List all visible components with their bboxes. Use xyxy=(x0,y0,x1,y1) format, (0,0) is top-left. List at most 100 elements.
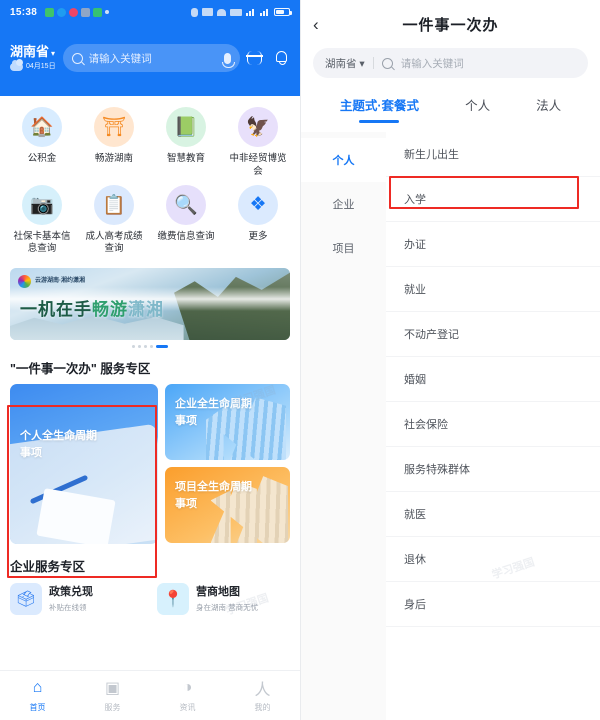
scan-button[interactable] xyxy=(247,49,265,67)
promo-banner[interactable]: 云游湖南·湘约潇湘 一机在手畅游潇湘 xyxy=(10,268,290,341)
enterprise-item-text: 政策兑现 补贴在线领 xyxy=(49,585,93,613)
grid-item-travel[interactable]: ⛩ 畅游湖南 xyxy=(78,107,150,179)
banner-headline-a: 一机在手 xyxy=(20,300,92,320)
right-header: ‹ 一件事一次办 xyxy=(301,0,600,48)
home-icon: ⌂ xyxy=(32,679,43,696)
list-item[interactable]: 新生儿出生 xyxy=(386,132,600,177)
list-item[interactable]: 退休 xyxy=(386,537,600,582)
search-placeholder: 请输入关键词 xyxy=(400,57,464,70)
card-project-lifecycle[interactable]: 项目全生命周期 事项 xyxy=(165,467,290,544)
bottom-tab-bar: ⌂ 首页 ▣ 服务 ◑ 资讯 人 我的 xyxy=(0,670,300,720)
location-selector[interactable]: 湖南省 ▾ 04月15日 xyxy=(10,44,56,71)
banner-dot[interactable] xyxy=(138,345,141,349)
sidebar-item-geren[interactable]: 个人 xyxy=(301,138,386,182)
grid-item-examscore[interactable]: 📋 成人高考成绩查询 xyxy=(78,184,150,257)
sidebar-item-xiangmu[interactable]: 项目 xyxy=(301,226,386,270)
app-icon xyxy=(69,7,79,17)
battery-icon xyxy=(274,8,292,16)
sidebar-item-qiye[interactable]: 企业 xyxy=(301,182,386,226)
grid-more-icon: ❖ xyxy=(238,184,278,225)
grid-item-more[interactable]: ❖ 更多 xyxy=(222,184,294,257)
pagoda-icon: ⛩ xyxy=(94,107,134,147)
chevron-down-icon: ▾ xyxy=(51,49,56,58)
service-icon: ▣ xyxy=(104,680,121,697)
card-title: 企业全生命周期 事项 xyxy=(175,398,252,427)
search-circle-icon: 🔍 xyxy=(166,184,206,225)
tab-zhutishi-taocanshi[interactable]: 主题式·套餐式 xyxy=(340,95,419,123)
mic-icon[interactable] xyxy=(222,52,235,68)
bell-icon xyxy=(275,51,287,65)
grid-item-label: 智慧教育 xyxy=(166,153,205,164)
tab-news[interactable]: ◑ 资讯 xyxy=(150,679,225,713)
notification-button[interactable] xyxy=(272,49,290,67)
banner-dot[interactable] xyxy=(132,345,135,349)
card-title: 项目全生命周期 事项 xyxy=(175,481,252,510)
banner-dot[interactable] xyxy=(144,345,147,349)
banner-logo-text: 云游湖南·湘约潇湘 xyxy=(35,278,85,285)
grid-item-socialcard[interactable]: 📷 社保卡基本信息查询 xyxy=(6,184,78,257)
grid-item-gongjijin[interactable]: 🏠 公积金 xyxy=(6,107,78,179)
grid-item-expo[interactable]: 🦅 中非经贸博览会 xyxy=(222,107,294,179)
header-row: 湖南省 ▾ 04月15日 请输入关键词 xyxy=(0,24,300,88)
search-icon xyxy=(71,52,83,64)
card-enterprise-lifecycle[interactable]: 企业全生命周期 事项 xyxy=(165,384,290,461)
search-input[interactable]: 请输入关键词 xyxy=(62,44,240,72)
list-item[interactable]: 服务特殊群体 xyxy=(386,447,600,492)
enterprise-item-sub: 身在湖南 营商无忧 xyxy=(196,603,259,613)
list-item[interactable]: 不动产登记 xyxy=(386,312,600,357)
lifecycle-cards: 个人全生命周期 事项 企业全生命周期 事项 项目全生命周期 事项 xyxy=(0,384,300,545)
tab-faren[interactable]: 法人 xyxy=(536,95,561,123)
card-title: 个人全生命周期 事项 xyxy=(20,430,97,459)
grid-item-label: 缴费信息查询 xyxy=(157,230,215,242)
list-item[interactable]: 身后 xyxy=(386,582,600,627)
weather-info: 04月15日 xyxy=(10,58,56,71)
enterprise-item-text: 营商地图 身在湖南 营商无忧 xyxy=(196,585,258,613)
banner-dot[interactable] xyxy=(150,345,153,349)
right-tabs: 主题式·套餐式 个人 法人 xyxy=(301,86,600,132)
person-icon: 人 xyxy=(254,682,271,699)
tab-label: 我的 xyxy=(254,702,271,712)
clipboard-icon: 📋 xyxy=(94,184,134,225)
left-header: 15:38 湖南省 ▾ 04月15日 请输入关键词 xyxy=(0,0,300,96)
grid-item-label: 中非经贸博览会 xyxy=(229,153,287,177)
news-icon: ◑ xyxy=(182,679,193,696)
status-time: 15:38 xyxy=(10,6,38,18)
tab-home[interactable]: ⌂ 首页 xyxy=(0,679,75,713)
house-icon: 🏠 xyxy=(22,107,62,147)
list-item[interactable]: 社会保险 xyxy=(386,402,600,447)
network-icon xyxy=(202,8,213,16)
weather-date: 04月15日 xyxy=(26,62,56,70)
right-search-bar[interactable]: 湖南省 ▾ 请输入关键词 xyxy=(313,48,588,78)
banner-dots[interactable] xyxy=(0,345,300,349)
camera-icon xyxy=(57,7,67,17)
banner-headline-b: 畅游 xyxy=(92,300,128,320)
enterprise-item-policy[interactable]: 🗳 政策兑现 补贴在线领 xyxy=(10,583,143,616)
left-phone-screen: 15:38 湖南省 ▾ 04月15日 请输入关键词 🏠 公积金 ⛩ 畅游湖南 📗… xyxy=(0,0,300,720)
grid-item-label: 畅游湖南 xyxy=(94,153,133,164)
enterprise-services: 🗳 政策兑现 补贴在线领 📍 营商地图 身在湖南 营商无忧 xyxy=(0,583,300,616)
tab-mine[interactable]: 人 我的 xyxy=(225,679,300,713)
status-bar: 15:38 xyxy=(0,0,300,24)
alipay-icon xyxy=(81,7,91,17)
card-personal-lifecycle[interactable]: 个人全生命周期 事项 xyxy=(10,384,158,545)
grid-item-education[interactable]: 📗 智慧教育 xyxy=(150,107,222,179)
tab-service[interactable]: ▣ 服务 xyxy=(75,679,150,713)
list-item-ruxue[interactable]: 入学 xyxy=(386,177,600,222)
list-item[interactable]: 办证 xyxy=(386,222,600,267)
banner-logo: 云游湖南·湘约潇湘 xyxy=(18,275,85,289)
tab-geren[interactable]: 个人 xyxy=(465,95,490,123)
cloud-icon xyxy=(10,58,23,71)
person-icon xyxy=(191,7,198,17)
list-item[interactable]: 就业 xyxy=(386,267,600,312)
category-sidebar: 个人 企业 项目 xyxy=(301,132,386,720)
card-column-right: 企业全生命周期 事项 项目全生命周期 事项 xyxy=(165,384,290,544)
chevron-down-icon: ▾ xyxy=(359,57,365,70)
banner-dot-active[interactable] xyxy=(156,345,168,349)
city-selector[interactable]: 湖南省 ▾ xyxy=(325,56,365,71)
grid-item-payment[interactable]: 🔍 缴费信息查询 xyxy=(150,184,222,257)
list-item[interactable]: 就医 xyxy=(386,492,600,537)
service-list: 新生儿出生 入学 办证 就业 不动产登记 婚姻 社会保险 服务特殊群体 就医 退… xyxy=(386,132,600,720)
list-item[interactable]: 婚姻 xyxy=(386,357,600,402)
grid-item-label: 社保卡基本信息查询 xyxy=(13,230,71,255)
enterprise-item-map[interactable]: 📍 营商地图 身在湖南 营商无忧 xyxy=(157,583,290,616)
